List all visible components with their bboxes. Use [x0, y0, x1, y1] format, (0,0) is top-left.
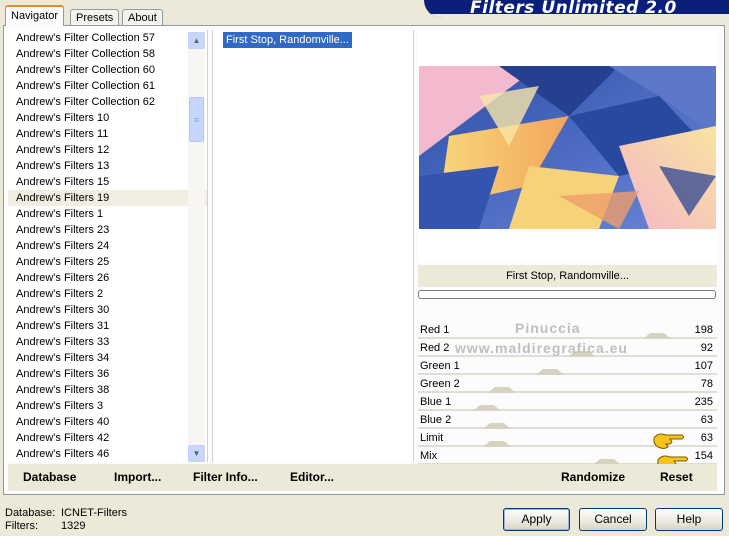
- parameter-value: 63: [700, 432, 713, 444]
- filters-count-value: 1329: [61, 520, 86, 532]
- tab-about[interactable]: About: [122, 9, 163, 25]
- list-item[interactable]: Andrew's Filters 11: [8, 126, 207, 142]
- parameter-row[interactable]: Green 2 78: [418, 376, 717, 394]
- randomize-button[interactable]: Randomize: [561, 470, 625, 484]
- parameter-label: Green 2: [420, 378, 460, 390]
- filter-info-button[interactable]: Filter Info...: [193, 470, 258, 484]
- list-item[interactable]: Andrew's Filters 15: [8, 174, 207, 190]
- chevron-up-icon[interactable]: ▲: [188, 32, 205, 49]
- parameter-label: Limit: [420, 432, 444, 444]
- help-button[interactable]: Help: [655, 508, 723, 531]
- import-button[interactable]: Import...: [114, 470, 161, 484]
- slider-thumb[interactable]: [643, 333, 671, 339]
- slider-thumb[interactable]: [483, 423, 511, 429]
- parameter-value: 235: [694, 396, 713, 408]
- list-item[interactable]: Andrew's Filters 3: [8, 398, 207, 414]
- watermark-line1: Pinuccia: [515, 320, 581, 336]
- category-scrollbar[interactable]: ▲ ≡ ▼: [188, 32, 205, 462]
- parameter-row[interactable]: Green 1 107: [418, 358, 717, 376]
- parameter-label: Blue 2: [420, 414, 452, 426]
- reset-button[interactable]: Reset: [660, 470, 693, 484]
- slider-track[interactable]: [418, 387, 717, 393]
- scroll-thumb[interactable]: ≡: [189, 97, 204, 142]
- list-item[interactable]: Andrew's Filters 13: [8, 158, 207, 174]
- list-item[interactable]: Andrew's Filters 36: [8, 366, 207, 382]
- filter-item[interactable]: First Stop, Randomville...: [223, 32, 352, 48]
- progress-bar: [418, 290, 716, 299]
- list-item[interactable]: Andrew's Filter Collection 62: [8, 94, 207, 110]
- parameter-value: 92: [700, 342, 713, 354]
- tab-presets[interactable]: Presets: [70, 9, 120, 25]
- list-item[interactable]: Andrew's Filter Collection 61: [8, 78, 207, 94]
- parameter-label: Green 1: [420, 360, 460, 372]
- list-item[interactable]: Andrew's Filters 31: [8, 318, 207, 334]
- database-label: Database:: [5, 507, 56, 519]
- list-item[interactable]: Andrew's Filters 10: [8, 110, 207, 126]
- slider-track[interactable]: [418, 405, 717, 411]
- slider-thumb[interactable]: [473, 405, 501, 411]
- parameter-value: 154: [694, 450, 713, 462]
- list-item[interactable]: Andrew's Filters 30: [8, 302, 207, 318]
- list-item[interactable]: Andrew's Filters 19: [8, 190, 207, 206]
- parameter-value: 63: [700, 414, 713, 426]
- list-item[interactable]: Andrew's Filters 42: [8, 430, 207, 446]
- list-item[interactable]: Andrew's Filter Collection 60: [8, 62, 207, 78]
- list-item[interactable]: Andrew's Filters 12: [8, 142, 207, 158]
- list-item[interactable]: Andrew's Filters 25: [8, 254, 207, 270]
- slider-thumb[interactable]: [536, 369, 564, 375]
- parameter-value: 107: [694, 360, 713, 372]
- tab-navigator[interactable]: Navigator: [5, 5, 65, 26]
- filter-title: First Stop, Randomville...: [418, 265, 717, 287]
- list-item[interactable]: Andrew's Filters 26: [8, 270, 207, 286]
- list-item[interactable]: Andrew's Filters 34: [8, 350, 207, 366]
- cancel-button[interactable]: Cancel: [579, 508, 647, 531]
- slider-track[interactable]: [418, 369, 717, 375]
- parameter-label: Blue 1: [420, 396, 452, 408]
- parameter-row[interactable]: Blue 1 235: [418, 394, 717, 412]
- editor-button[interactable]: Editor...: [290, 470, 334, 484]
- parameter-label: Mix: [420, 450, 438, 462]
- slider-track[interactable]: [418, 423, 717, 429]
- slider-thumb[interactable]: [483, 441, 511, 447]
- list-item[interactable]: Andrew's Filters 33: [8, 334, 207, 350]
- list-item[interactable]: Andrew's Filters 38: [8, 382, 207, 398]
- chevron-down-icon[interactable]: ▼: [188, 445, 205, 462]
- database-button[interactable]: Database: [23, 470, 76, 484]
- parameter-row[interactable]: Blue 2 63: [418, 412, 717, 430]
- parameter-label: Red 1: [420, 324, 450, 336]
- database-value: ICNET-Filters: [61, 507, 127, 519]
- parameter-label: Red 2: [420, 342, 450, 354]
- slider-thumb[interactable]: [488, 387, 516, 393]
- list-item[interactable]: Andrew's Filters 1: [8, 206, 207, 222]
- list-item[interactable]: Andrew's Filters 40: [8, 414, 207, 430]
- list-item[interactable]: Andrew's Filters 46: [8, 446, 207, 462]
- list-item[interactable]: Andrew's Filter Collection 57: [8, 30, 207, 46]
- category-list[interactable]: Andrew's Filter Collection 57 Andrew's Fi…: [8, 30, 208, 462]
- list-item[interactable]: Andrew's Filter Collection 58: [8, 46, 207, 62]
- pointing-hand-icon: [653, 433, 684, 449]
- preview-image: [419, 66, 716, 229]
- parameter-value: 78: [700, 378, 713, 390]
- filters-count-label: Filters:: [5, 520, 38, 532]
- list-item[interactable]: Andrew's Filters 24: [8, 238, 207, 254]
- list-item[interactable]: Andrew's Filters 23: [8, 222, 207, 238]
- watermark-line2: www.maldiregrafica.eu: [455, 340, 628, 356]
- parameter-value: 198: [694, 324, 713, 336]
- slider-track[interactable]: [418, 333, 717, 339]
- filter-list[interactable]: First Stop, Randomville...: [212, 30, 414, 462]
- list-item[interactable]: Andrew's Filters 2: [8, 286, 207, 302]
- app-title: Filters Unlimited 2.0: [470, 0, 677, 18]
- apply-button[interactable]: Apply: [503, 508, 570, 531]
